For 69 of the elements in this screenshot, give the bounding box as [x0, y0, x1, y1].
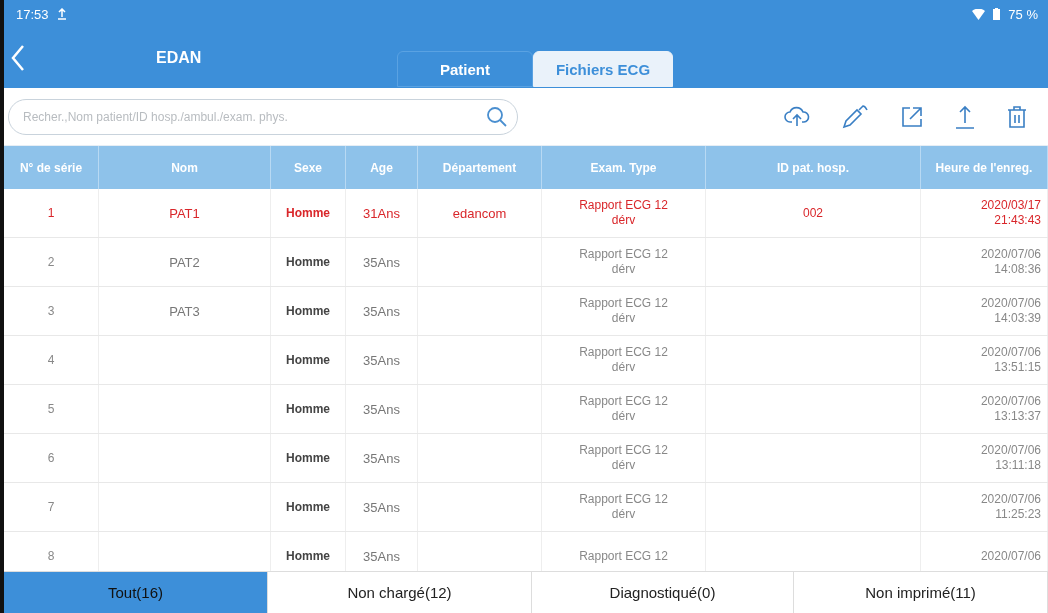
table-cell: Homme: [271, 483, 346, 531]
table-cell: Homme: [271, 385, 346, 433]
table-cell: PAT3: [99, 287, 271, 335]
upload-notification-icon: [56, 8, 67, 20]
column-header: Département: [418, 146, 542, 189]
trash-icon[interactable]: [1006, 103, 1028, 130]
table-cell: edancom: [418, 189, 542, 237]
table-cell: Rapport ECG 12 dérv: [542, 434, 706, 482]
table-cell: Rapport ECG 12 dérv: [542, 336, 706, 384]
table-row[interactable]: 3 PAT3 Homme 35Ans Rapport ECG 12 dérv 2020/07/06 14:03:39: [4, 287, 1048, 336]
table-cell: 6: [4, 434, 99, 482]
table-cell: 2020/07/06 11:25:23: [921, 483, 1048, 531]
search-icon[interactable]: [485, 104, 509, 129]
filter-tab[interactable]: Tout(16): [4, 572, 268, 613]
table-cell: Rapport ECG 12 dérv: [542, 238, 706, 286]
table-row[interactable]: 7 Homme 35Ans Rapport ECG 12 dérv 2020/07/06 11:25:23: [4, 483, 1048, 532]
table-cell: 35Ans: [346, 385, 418, 433]
pen-icon[interactable]: [840, 103, 870, 130]
table-cell: Homme: [271, 336, 346, 384]
table-cell: 2: [4, 238, 99, 286]
table-cell: 5: [4, 385, 99, 433]
table-row[interactable]: 6 Homme 35Ans Rapport ECG 12 dérv 2020/07/06 13:11:18: [4, 434, 1048, 483]
search-field[interactable]: Recher.,Nom patient/ID hosp./ambul./exam. phys.: [21, 108, 485, 125]
table-row[interactable]: 4 Homme 35Ans Rapport ECG 12 dérv 2020/07/06 13:51:15: [4, 336, 1048, 385]
back-icon[interactable]: [10, 44, 26, 72]
table-cell: 2020/03/17 21:43:43: [921, 189, 1048, 237]
column-header: Sexe: [271, 146, 346, 189]
table-cell: 002: [706, 189, 921, 237]
table-cell: 35Ans: [346, 434, 418, 482]
table-cell: Homme: [271, 287, 346, 335]
table-cell: 2020/07/06 13:11:18: [921, 434, 1048, 482]
table-cell: 35Ans: [346, 336, 418, 384]
column-header: Heure de l'enreg.: [921, 146, 1048, 189]
upload-icon[interactable]: [954, 103, 976, 130]
table-cell: Homme: [271, 238, 346, 286]
table-cell: 35Ans: [346, 287, 418, 335]
table-cell: 35Ans: [346, 483, 418, 531]
table-cell: 4: [4, 336, 99, 384]
table-cell: 35Ans: [346, 238, 418, 286]
table-cell: 1: [4, 189, 99, 237]
column-header: ID pat. hosp.: [706, 146, 921, 189]
table-row[interactable]: 1 PAT1 Homme 31Ans edancom Rapport ECG 12 dérv 002 2020/03/17 21:43:43: [4, 189, 1048, 238]
table-cell: PAT2: [99, 238, 271, 286]
column-header: Nom: [99, 146, 271, 189]
table-cell: 7: [4, 483, 99, 531]
column-header: Age: [346, 146, 418, 189]
table-cell: 2020/07/06 14:03:39: [921, 287, 1048, 335]
battery-icon: [993, 8, 1001, 20]
table-cell: Homme: [271, 189, 346, 237]
table-cell: 2020/07/06 13:13:37: [921, 385, 1048, 433]
export-icon[interactable]: [900, 104, 924, 129]
column-header: Exam. Type: [542, 146, 706, 189]
table-cell: Rapport ECG 12 dérv: [542, 483, 706, 531]
table-cell: 3: [4, 287, 99, 335]
table-cell: Homme: [271, 434, 346, 482]
table-cell: 2020/07/06 13:51:15: [921, 336, 1048, 384]
battery-percentage: 75 %: [1008, 6, 1038, 22]
status-time: 17:53: [16, 6, 49, 22]
table-cell: PAT1: [99, 189, 271, 237]
app-title: EDAN: [156, 49, 202, 67]
wifi-icon: [972, 8, 986, 20]
table-cell: Rapport ECG 12 dérv: [542, 287, 706, 335]
column-header: N° de série: [4, 146, 99, 189]
table-cell: Rapport ECG 12 dérv: [542, 385, 706, 433]
table-row[interactable]: 2 PAT2 Homme 35Ans Rapport ECG 12 dérv 2020/07/06 14:08:36: [4, 238, 1048, 287]
table-row[interactable]: 5 Homme 35Ans Rapport ECG 12 dérv 2020/07/06 13:13:37: [4, 385, 1048, 434]
table-cell: 2020/07/06 14:08:36: [921, 238, 1048, 286]
table-cell: Rapport ECG 12 dérv: [542, 189, 706, 237]
table-cell: 31Ans: [346, 189, 418, 237]
